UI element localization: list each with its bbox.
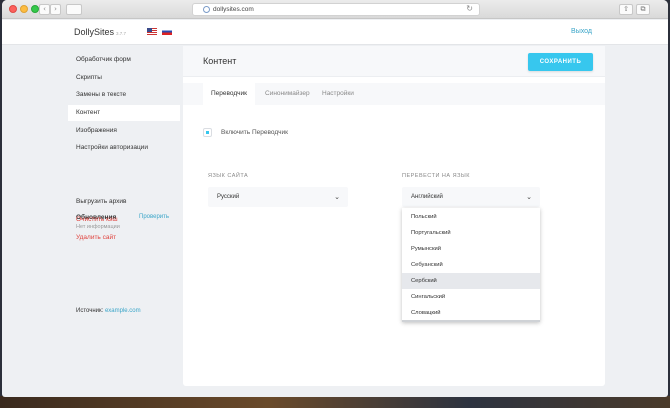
sidebar-item-scripts[interactable]: Скрипты — [68, 70, 180, 86]
target-language-value: Английский — [411, 194, 443, 200]
save-button[interactable]: СОХРАНИТЬ — [528, 53, 593, 71]
target-language-label: ПЕРЕВЕСТИ НА ЯЗЫК — [402, 173, 470, 179]
source-label: Источник: — [76, 308, 104, 314]
chevron-down-icon: ⌄ — [334, 193, 340, 201]
globe-icon — [203, 6, 210, 13]
minimize-window-button[interactable] — [20, 5, 28, 13]
sidebar-item-content[interactable]: Контент — [68, 105, 180, 121]
forward-arrow-icon[interactable]: › — [50, 4, 61, 15]
dropdown-option[interactable]: Польский — [402, 209, 540, 225]
close-window-button[interactable] — [9, 5, 17, 13]
page-title: Контент — [203, 56, 237, 66]
dropdown-option[interactable]: Румынский — [402, 241, 540, 257]
source-link[interactable]: example.com — [105, 308, 141, 314]
logout-link[interactable]: Выход — [571, 28, 592, 35]
dropdown-scrollbar[interactable] — [402, 320, 540, 322]
ru-flag-icon[interactable] — [162, 28, 172, 35]
dropdown-option[interactable]: Сингальский — [402, 289, 540, 305]
app-header: DollySites 3.7.7 Выход — [2, 20, 668, 45]
target-language-dropdown: Польский Португальский Румынский Себуанс… — [402, 208, 540, 322]
brand-name: DollySites — [74, 27, 115, 37]
sidebar-item-text-replacements[interactable]: Замены в тексте — [68, 87, 180, 103]
enable-translator-checkbox[interactable] — [203, 128, 212, 137]
site-language-label: ЯЗЫК САЙТА — [208, 173, 249, 179]
tab-synonymizer[interactable]: Синонимайзер — [257, 83, 318, 105]
tab-translator[interactable]: Переводчик — [203, 83, 256, 105]
source-info: Источник: example.com — [76, 308, 141, 314]
site-language-select[interactable]: Русский ⌄ — [208, 187, 348, 207]
address-url: dollysites.com — [213, 6, 254, 13]
dropdown-option-highlighted[interactable]: Сербский — [402, 273, 540, 289]
tab-settings[interactable]: Настройки — [314, 83, 362, 105]
download-archive-link[interactable]: Выгрузить архив — [68, 194, 180, 210]
enable-translator-label: Включить Переводчик — [221, 129, 288, 136]
version-label: 3.7.7 — [116, 31, 127, 36]
sidebar-toggle-icon[interactable] — [66, 4, 82, 15]
delete-site-link[interactable]: Удалить сайт — [68, 230, 180, 246]
brand-logo[interactable]: DollySites 3.7.7 — [74, 27, 126, 37]
tabs-overview-icon[interactable]: ⧉ — [636, 4, 650, 15]
address-bar[interactable]: dollysites.com ↻ — [192, 3, 480, 16]
tab-bar: Переводчик Синонимайзер Настройки — [183, 83, 605, 105]
share-icon[interactable]: ⇧ — [619, 4, 633, 15]
sidebar-item-auth-settings[interactable]: Настройки авторизации — [68, 140, 180, 156]
content-panel: Контент СОХРАНИТЬ Переводчик Синонимайзе… — [183, 46, 605, 386]
us-flag-icon[interactable] — [147, 28, 157, 35]
browser-window: ‹ › dollysites.com ↻ ⇧ ⧉ DollySites 3.7.7… — [2, 0, 668, 397]
dropdown-option[interactable]: Себуанский — [402, 257, 540, 273]
sidebar-item-images[interactable]: Изображения — [68, 123, 180, 139]
panel-header: Контент СОХРАНИТЬ — [183, 46, 605, 77]
target-language-select[interactable]: Английский ⌄ — [402, 187, 540, 207]
reload-icon[interactable]: ↻ — [466, 4, 473, 13]
browser-titlebar: ‹ › dollysites.com ↻ ⇧ ⧉ — [2, 0, 668, 19]
dropdown-option[interactable]: Португальский — [402, 225, 540, 241]
dropdown-option[interactable]: Словацкий — [402, 305, 540, 321]
clear-cache-link[interactable]: Очистить кэш — [68, 212, 180, 228]
sidebar-item-form-handler[interactable]: Обработчик форм — [68, 52, 180, 68]
desktop-wallpaper — [0, 396, 670, 408]
back-arrow-icon[interactable]: ‹ — [39, 4, 50, 15]
site-language-value: Русский — [217, 194, 240, 200]
zoom-window-button[interactable] — [31, 5, 39, 13]
chevron-down-icon: ⌄ — [526, 193, 532, 201]
